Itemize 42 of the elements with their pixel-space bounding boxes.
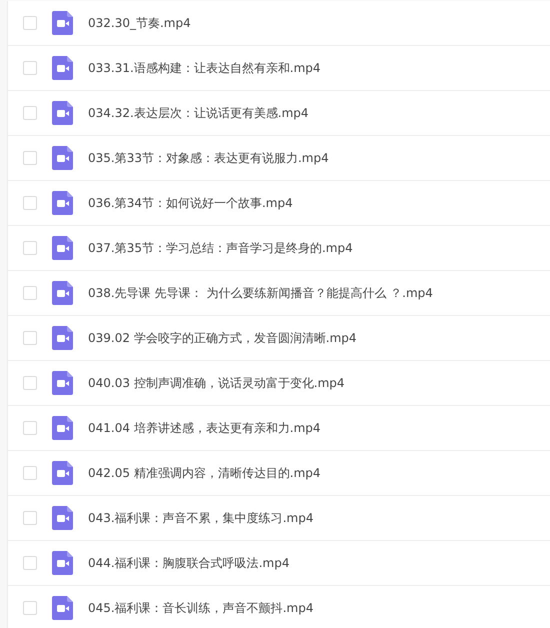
file-name[interactable]: 044.福利课：胸腹联合式呼吸法.mp4 (88, 554, 290, 572)
video-file-icon (52, 461, 73, 485)
file-name[interactable]: 043.福利课：声音不累，集中度练习.mp4 (88, 509, 314, 527)
video-file-icon (52, 101, 73, 125)
video-file-icon (52, 146, 73, 170)
checkbox[interactable] (23, 376, 37, 390)
checkbox[interactable] (23, 421, 37, 435)
file-name[interactable]: 032.30_节奏.mp4 (88, 14, 191, 32)
checkbox[interactable] (23, 151, 37, 165)
file-name[interactable]: 038.先导课 先导课： 为什么要练新闻播音？能提高什么 ？.mp4 (88, 284, 433, 302)
checkbox[interactable] (23, 511, 37, 525)
video-file-icon (52, 551, 73, 575)
file-name[interactable]: 045.福利课：音长训练，声音不颤抖.mp4 (88, 599, 314, 617)
video-file-icon (52, 506, 73, 530)
checkbox[interactable] (23, 106, 37, 120)
video-file-icon (52, 56, 73, 80)
checkbox[interactable] (23, 466, 37, 480)
file-name[interactable]: 040.03 控制声调准确，说话灵动富于变化.mp4 (88, 374, 345, 392)
video-file-icon (52, 326, 73, 350)
file-name[interactable]: 036.第34节：如何说好一个故事.mp4 (88, 194, 293, 212)
file-name[interactable]: 035.第33节：对象感：表达更有说服力.mp4 (88, 149, 329, 167)
checkbox[interactable] (23, 196, 37, 210)
file-name[interactable]: 033.31.语感构建：让表达自然有亲和.mp4 (88, 59, 321, 77)
file-name[interactable]: 037.第35节：学习总结：声音学习是终身的.mp4 (88, 239, 353, 257)
file-name[interactable]: 042.05 精准强调内容，清晰传达目的.mp4 (88, 464, 321, 482)
video-file-icon (52, 11, 73, 35)
checkbox[interactable] (23, 601, 37, 615)
checkbox[interactable] (23, 61, 37, 75)
video-file-icon (52, 281, 73, 305)
file-name[interactable]: 041.04 培养讲述感，表达更有亲和力.mp4 (88, 419, 321, 437)
checkbox[interactable] (23, 16, 37, 30)
video-file-icon (52, 191, 73, 215)
checkbox[interactable] (23, 331, 37, 345)
checkbox[interactable] (23, 241, 37, 255)
video-file-icon (52, 596, 73, 620)
file-name[interactable]: 034.32.表达层次：让说话更有美感.mp4 (88, 104, 309, 122)
video-file-icon (52, 371, 73, 395)
video-file-icon (52, 236, 73, 260)
file-name[interactable]: 039.02 学会咬字的正确方式，发音圆润清晰.mp4 (88, 329, 357, 347)
checkbox[interactable] (23, 556, 37, 570)
video-file-icon (52, 416, 73, 440)
checkbox[interactable] (23, 286, 37, 300)
